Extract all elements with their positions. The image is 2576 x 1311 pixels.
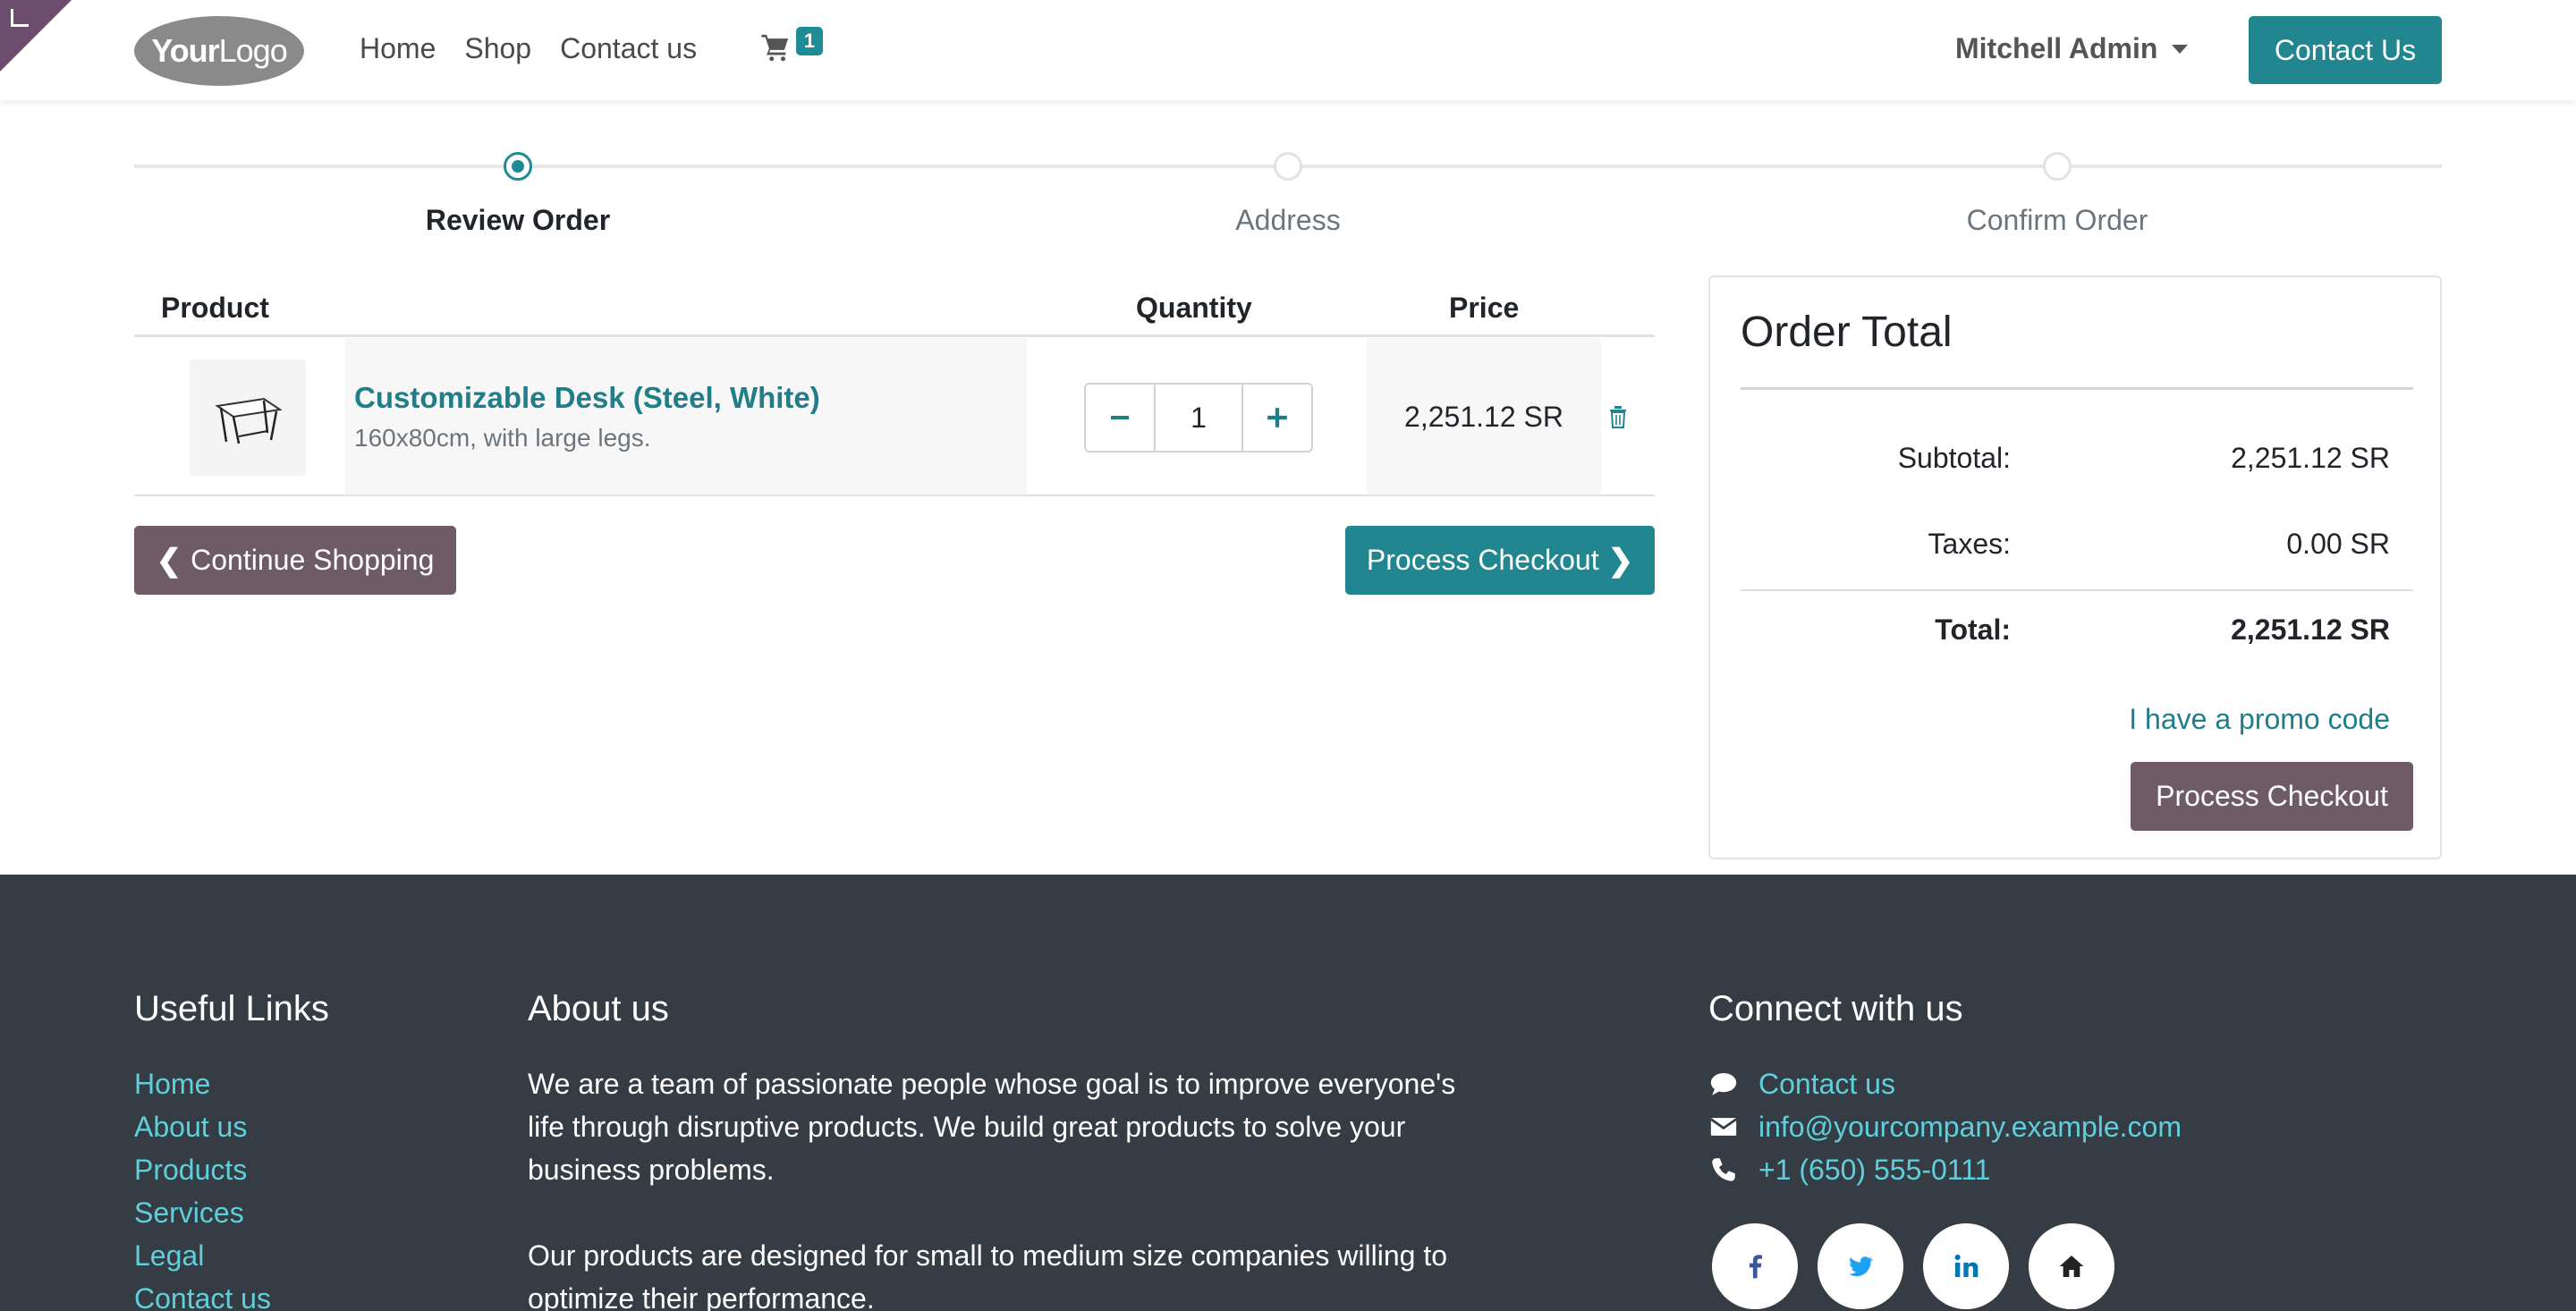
continue-shopping-button[interactable]: ❮ Continue Shopping (134, 526, 456, 595)
contact-us-button[interactable]: Contact Us (2249, 16, 2442, 84)
chevron-right-icon: ❯ (1607, 543, 1634, 578)
total-value: 2,251.12 SR (2231, 613, 2390, 646)
col-header-quantity: Quantity (1136, 292, 1252, 324)
about-us-title: About us (528, 989, 669, 1028)
card-divider (1741, 387, 2413, 390)
chevron-left-icon: ❮ (156, 543, 182, 578)
user-menu[interactable]: Mitchell Admin (1955, 32, 2189, 65)
nav-home[interactable]: Home (360, 32, 436, 65)
company-logo[interactable]: Your Logo (134, 16, 304, 86)
total-label: Total: (1935, 613, 2011, 646)
order-total-card: Order Total Subtotal: 2,251.12 SR Taxes:… (1708, 275, 2442, 859)
step-dot-address (1274, 152, 1302, 181)
connect-title: Connect with us (1708, 989, 1963, 1028)
minus-icon (1111, 416, 1129, 419)
step-address: Address (1235, 204, 1341, 236)
cart-icon[interactable] (760, 32, 796, 68)
line-price: 2,251.12 SR (1404, 401, 1563, 433)
step-dot-review (504, 152, 532, 181)
caret-down-icon (2172, 44, 2189, 54)
linkedin-icon[interactable] (1923, 1223, 2009, 1309)
product-cell-bg (345, 338, 1027, 495)
footer-link-services[interactable]: Services (134, 1191, 271, 1234)
subtotal-value: 2,251.12 SR (2231, 442, 2390, 474)
plus-icon (1267, 408, 1287, 427)
col-header-price: Price (1449, 292, 1520, 324)
total-divider (1741, 589, 2413, 591)
step-dot-confirm (2043, 152, 2072, 181)
main-nav: Home Shop Contact us (360, 32, 697, 65)
quantity-stepper: 1 (1084, 383, 1313, 453)
trash-icon[interactable] (1607, 404, 1634, 435)
useful-links-list: Home About us Products Services Legal Co… (134, 1062, 271, 1311)
nav-shop[interactable]: Shop (464, 32, 531, 65)
site-footer: Useful Links Home About us Products Serv… (0, 875, 2576, 1311)
promo-code-link[interactable]: I have a promo code (2129, 703, 2390, 736)
footer-link-about[interactable]: About us (134, 1105, 271, 1148)
footer-link-legal[interactable]: Legal (134, 1234, 271, 1277)
table-row-divider (134, 495, 1655, 496)
about-paragraph-1: We are a team of passionate people whose… (528, 1068, 1456, 1186)
product-name-link[interactable]: Customizable Desk (Steel, White) (354, 381, 820, 415)
product-thumbnail[interactable] (190, 359, 306, 476)
step-review-order: Review Order (425, 204, 611, 236)
footer-email-link[interactable]: info@yourcompany.example.com (1758, 1105, 2182, 1148)
quantity-input[interactable]: 1 (1154, 385, 1243, 451)
footer-link-contact[interactable]: Contact us (134, 1277, 271, 1311)
edit-corner-icon (11, 9, 29, 27)
user-name: Mitchell Admin (1955, 32, 2158, 64)
nav-contact-us[interactable]: Contact us (560, 32, 697, 65)
footer-contact-link[interactable]: Contact us (1758, 1062, 1895, 1105)
twitter-icon[interactable] (1818, 1223, 1903, 1309)
process-checkout-label: Process Checkout (1366, 544, 1599, 576)
social-links (1712, 1223, 2114, 1309)
decrease-quantity-button[interactable] (1086, 385, 1154, 451)
step-confirm-order: Confirm Order (1966, 204, 2148, 236)
phone-icon (1712, 1158, 1735, 1181)
table-header-divider (134, 334, 1655, 337)
chat-bubble-icon (1710, 1072, 1737, 1095)
process-checkout-button[interactable]: Process Checkout ❯ (1345, 526, 1655, 595)
product-description: 160x80cm, with large legs. (354, 424, 651, 452)
continue-shopping-label: Continue Shopping (191, 544, 435, 576)
home-icon[interactable] (2029, 1223, 2114, 1309)
footer-link-home[interactable]: Home (134, 1062, 271, 1105)
about-us-text: We are a team of passionate people whose… (528, 1062, 1476, 1311)
increase-quantity-button[interactable] (1243, 385, 1311, 451)
cart-count-badge: 1 (796, 27, 823, 55)
subtotal-label: Subtotal: (1897, 442, 2011, 474)
footer-phone-link[interactable]: +1 (650) 555-0111 (1758, 1148, 1990, 1191)
footer-link-products[interactable]: Products (134, 1148, 271, 1191)
order-total-title: Order Total (1741, 309, 1953, 356)
taxes-value: 0.00 SR (2286, 528, 2390, 560)
logo-text-bold: Your (151, 32, 219, 69)
facebook-icon[interactable] (1712, 1223, 1798, 1309)
useful-links-title: Useful Links (134, 989, 329, 1028)
process-checkout-secondary-button[interactable]: Process Checkout (2131, 762, 2413, 831)
contact-list: Contact us info@yourcompany.example.com … (1708, 1062, 2182, 1191)
logo-text-light: Logo (218, 32, 288, 69)
envelope-icon (1710, 1118, 1737, 1136)
taxes-label: Taxes: (1928, 528, 2011, 560)
about-paragraph-2: Our products are designed for small to m… (528, 1239, 1448, 1311)
site-header: Your Logo Home Shop Contact us 1 Mitchell… (0, 0, 2576, 100)
col-header-product: Product (161, 292, 269, 324)
